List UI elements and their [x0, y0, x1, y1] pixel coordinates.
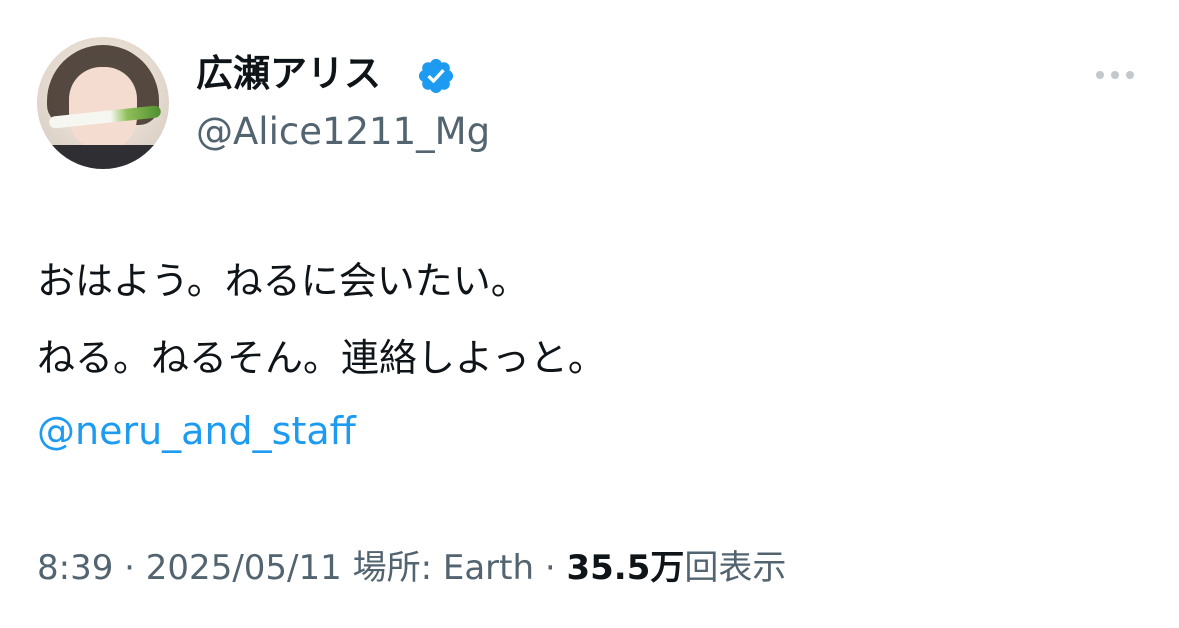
meta-separator-2: ·	[534, 548, 567, 588]
tweet-meta: 8:39 · 2025/05/11 場所: Earth · 35.5万回表示	[37, 544, 786, 592]
timestamp-time[interactable]: 8:39	[37, 548, 113, 588]
display-name[interactable]: 広瀬アリス	[196, 52, 381, 96]
ellipsis-icon[interactable]	[1092, 63, 1138, 87]
avatar-shirt	[37, 145, 169, 169]
tweet: 広瀬アリス @Alice1211_Mg おはよう。ねるに会いたい。 ねる。ねるそ…	[0, 0, 1179, 628]
verified-badge-icon	[418, 58, 454, 94]
tweet-text-line-1: おはよう。ねるに会いたい。	[37, 259, 529, 303]
meta-separator: ·	[113, 548, 146, 588]
tweet-text-line-2: ねる。ねるそん。連絡しよっと。	[37, 336, 606, 380]
handle[interactable]: @Alice1211_Mg	[196, 110, 490, 154]
avatar[interactable]	[37, 37, 169, 169]
views-label: 回表示	[684, 548, 787, 588]
mention-link[interactable]: @neru_and_staff	[37, 406, 356, 456]
views-count[interactable]: 35.5万	[566, 548, 684, 588]
location: 場所: Earth	[352, 548, 535, 588]
timestamp-date[interactable]: 2025/05/11	[146, 548, 342, 588]
